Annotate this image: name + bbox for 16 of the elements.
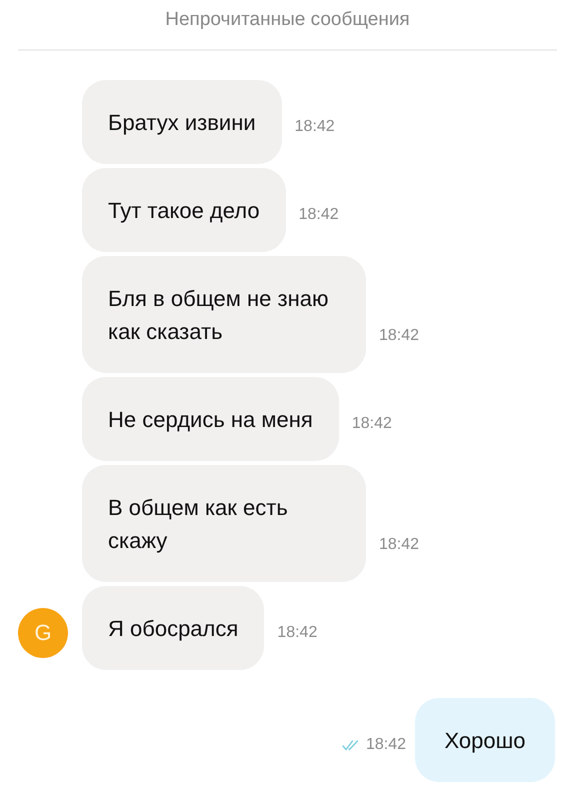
message-time: 18:42 [366, 736, 406, 755]
message-time: 18:42 [294, 118, 335, 137]
message-bubble: Не сердись на меня [82, 377, 339, 461]
message-bubble: Братух извини [82, 80, 282, 164]
message-time: 18:42 [298, 206, 339, 225]
message-time: 18:42 [379, 327, 420, 346]
unread-messages-label: Непрочитанные сообщения [165, 9, 410, 31]
message-bubble: Бля в общем не знаю как сказать [82, 256, 366, 373]
message-bubble: Тут такое дело [82, 168, 286, 252]
message-bubble: В общем как есть скажу [82, 465, 366, 582]
message-time: 18:42 [352, 415, 392, 434]
avatar[interactable]: G [18, 608, 68, 658]
message-bubble: Хорошо [415, 698, 555, 782]
message-time: 18:42 [277, 624, 318, 643]
message-time: 18:42 [379, 536, 420, 555]
message-bubble: Я обосрался [82, 586, 264, 670]
